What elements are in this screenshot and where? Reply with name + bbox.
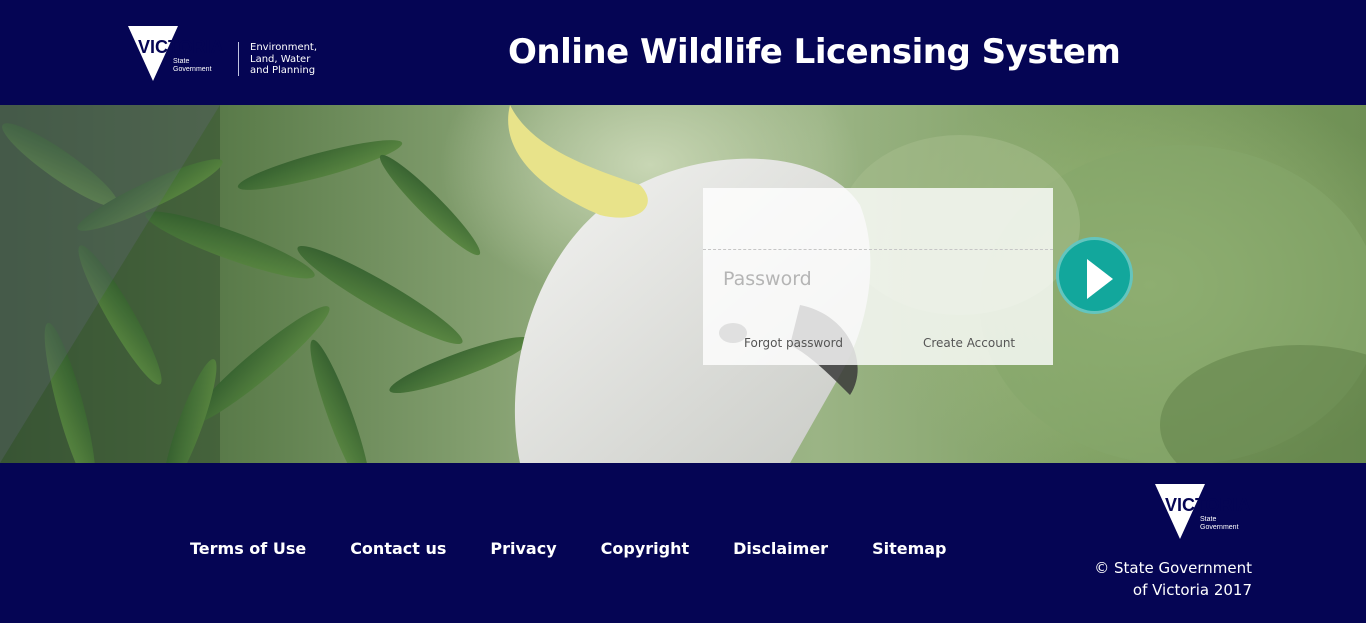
- department-line-1: Environment,: [250, 42, 318, 53]
- footer-link-disclaimer[interactable]: Disclaimer: [733, 539, 828, 558]
- footer-link-privacy[interactable]: Privacy: [490, 539, 556, 558]
- footer-logo-wordmark: VICTORIA: [1165, 495, 1251, 515]
- footer-victoria-logo[interactable]: VICTORIA State Government: [1155, 484, 1255, 540]
- forgot-password-link[interactable]: Forgot password: [744, 336, 843, 350]
- logo-wordmark-v: VICTORIA: [138, 37, 224, 57]
- create-account-link[interactable]: Create Account: [923, 336, 1015, 350]
- department-name: Environment, Land, Water and Planning: [250, 42, 317, 77]
- footer-logo-subtitle-government: Government: [1200, 524, 1239, 531]
- footer-link-copyright[interactable]: Copyright: [601, 539, 689, 558]
- footer-link-sitemap[interactable]: Sitemap: [872, 539, 946, 558]
- username-input[interactable]: [703, 188, 1053, 250]
- footer-link-contact-us[interactable]: Contact us: [350, 539, 446, 558]
- login-submit-button[interactable]: [1056, 237, 1133, 314]
- footer-nav: Terms of Use Contact us Privacy Copyrigh…: [190, 539, 991, 558]
- department-line-2: Land, Water: [250, 53, 311, 65]
- page-title: Online Wildlife Licensing System: [508, 32, 1121, 72]
- copyright-line-2: of Victoria 2017: [1132, 581, 1252, 599]
- site-footer: Terms of Use Contact us Privacy Copyrigh…: [0, 463, 1366, 623]
- password-input[interactable]: [703, 251, 1053, 307]
- logo-subtitle-state: State: [173, 58, 189, 65]
- department-line-3: and Planning: [250, 65, 316, 76]
- footer-logo-subtitle-state: State: [1200, 516, 1216, 523]
- hero-banner: [0, 105, 1366, 463]
- copyright-line-1: © State Government: [1094, 559, 1252, 577]
- site-header: VICTORIA State Government Environment, L…: [0, 0, 1366, 105]
- copyright-notice: © State Government of Victoria 2017: [1094, 557, 1252, 601]
- login-panel: Forgot password Create Account: [703, 188, 1053, 365]
- victoria-state-government-logo[interactable]: VICTORIA State Government: [128, 26, 228, 82]
- footer-link-terms-of-use[interactable]: Terms of Use: [190, 539, 306, 558]
- logo-divider: [238, 42, 239, 76]
- logo-subtitle-government: Government: [173, 66, 212, 73]
- play-arrow-icon: [1087, 259, 1113, 299]
- cockatoo-background-image: [0, 105, 1366, 463]
